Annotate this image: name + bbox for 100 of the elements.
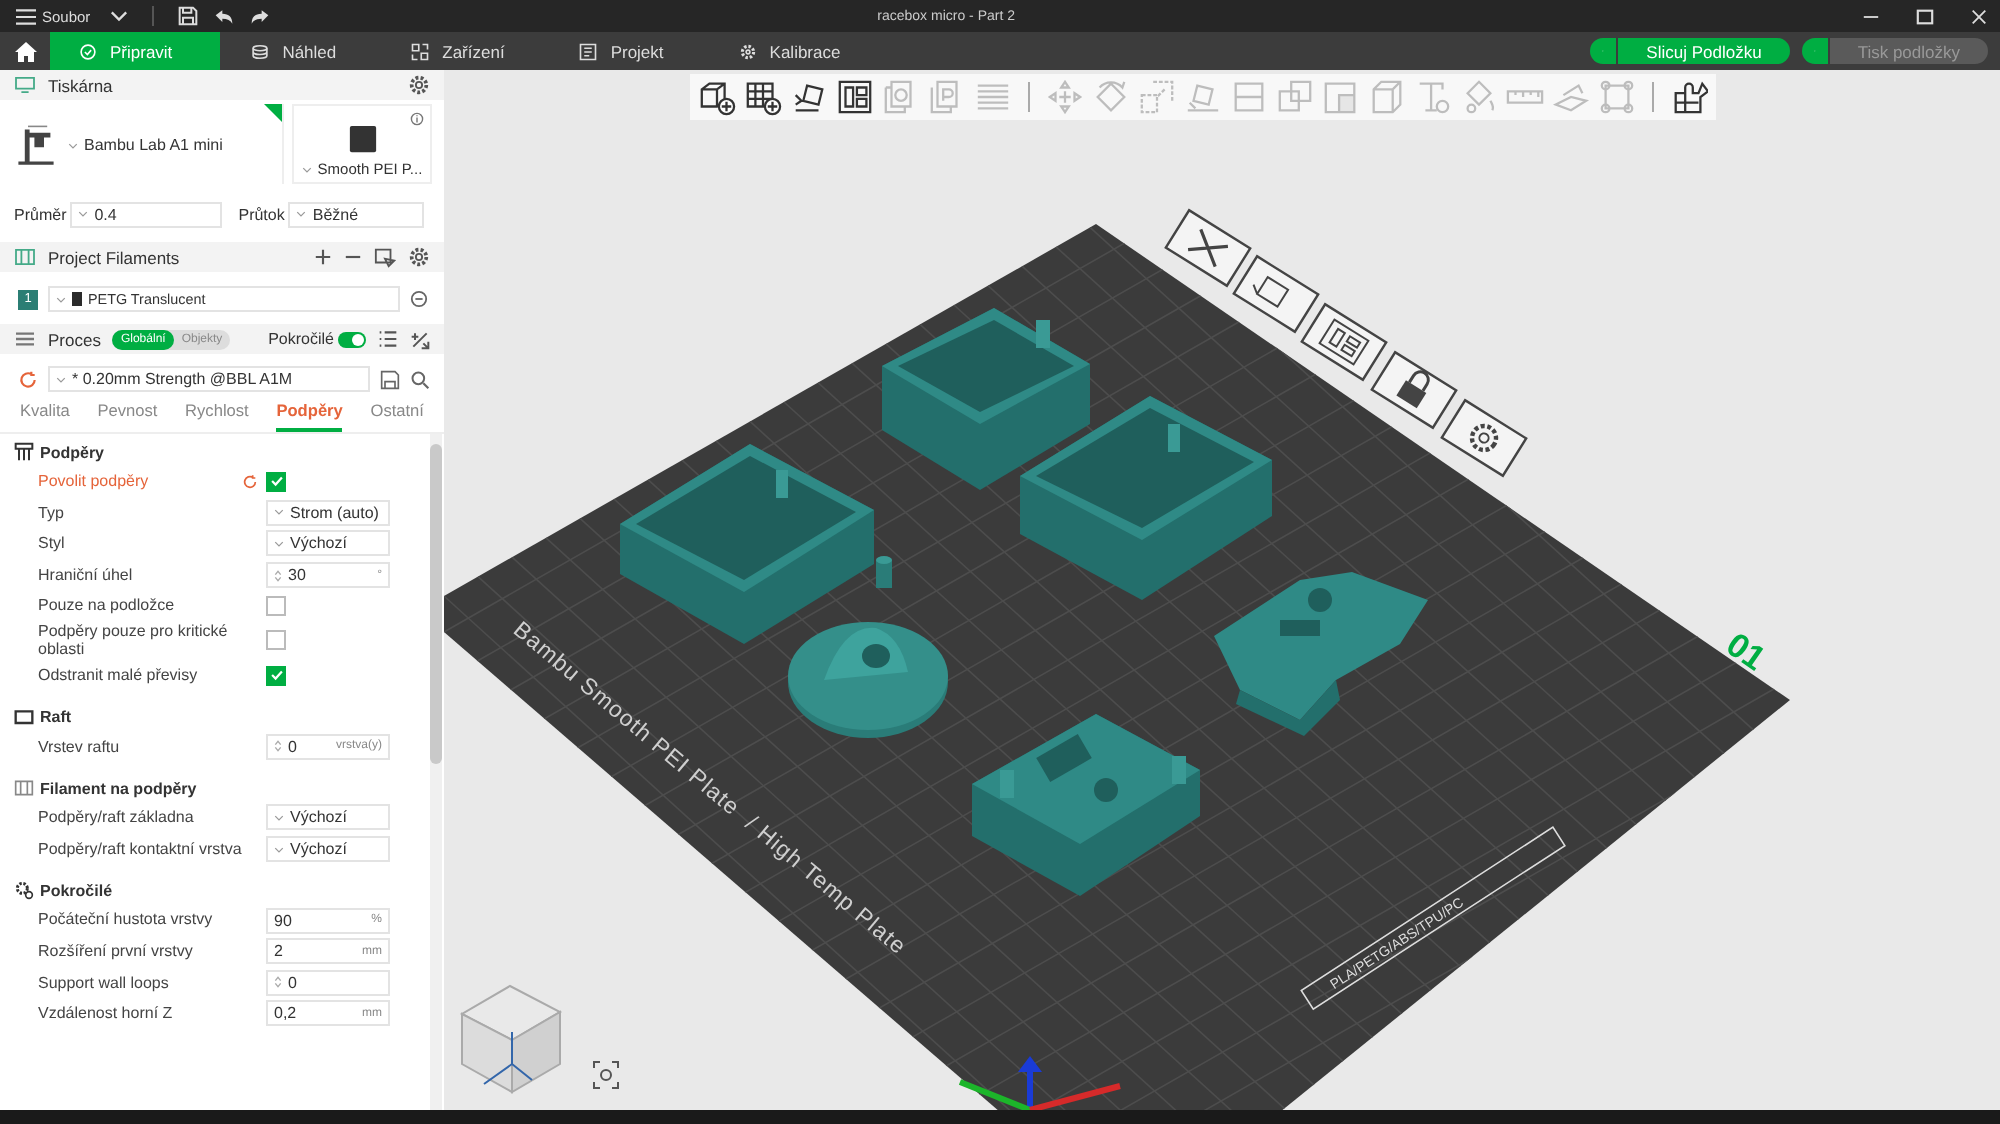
chevron-icon — [56, 295, 66, 303]
setting-select[interactable]: Výchozí — [266, 804, 390, 831]
setting-label: Support wall loops — [38, 973, 171, 993]
setting-value: 0,2 — [274, 1004, 299, 1023]
puzzle-icon[interactable] — [1670, 78, 1708, 116]
orient-icon[interactable] — [1232, 254, 1320, 334]
checkbox[interactable] — [266, 596, 286, 617]
chevron-icon — [274, 845, 284, 854]
field-label: Průtok — [238, 205, 285, 223]
setting-value: 90 — [274, 911, 294, 930]
filament-section-icon — [14, 778, 34, 799]
section-title: Tiskárna — [48, 75, 113, 95]
setting-input[interactable]: 0 — [266, 969, 390, 996]
home-icon — [13, 39, 37, 63]
plate-icon — [347, 124, 377, 154]
chevron-icon — [274, 813, 284, 822]
close-icon[interactable] — [1970, 7, 1988, 25]
grid-plus-icon[interactable] — [744, 78, 782, 116]
checkbox[interactable] — [266, 630, 286, 651]
setting-label: Povolit podpěry — [38, 472, 151, 492]
section-title: Pokročilé — [40, 881, 113, 900]
prepare-icon — [78, 41, 98, 61]
preview-icon — [250, 41, 271, 61]
project-icon — [578, 41, 599, 61]
info-icon[interactable] — [410, 112, 424, 126]
section-title: Filament na podpěry — [40, 779, 197, 798]
lock-icon[interactable] — [1370, 350, 1458, 430]
zoom-fit-icon[interactable] — [593, 1061, 619, 1089]
section-title: Podpěry — [40, 443, 105, 461]
settings-icon[interactable] — [408, 74, 430, 96]
setting-value: 2 — [274, 942, 285, 961]
save-icon[interactable] — [380, 369, 400, 389]
cube-plus-icon[interactable] — [698, 78, 736, 116]
checkbox[interactable] — [266, 665, 286, 686]
chevron-icon — [274, 539, 284, 548]
setting-label: Vzdálenost horní Z — [38, 1004, 175, 1024]
flow-select[interactable]: Běžné — [288, 201, 425, 227]
calibration-icon — [737, 41, 758, 61]
setting-label: Vrstev raftu — [38, 737, 122, 757]
setting-label: Podpěry/raft základna — [38, 808, 196, 828]
settings-tab[interactable]: Ostatní — [370, 400, 424, 432]
tools-icon[interactable] — [410, 329, 430, 349]
redo-icon[interactable] — [250, 7, 271, 25]
setting-select[interactable]: Výchozí — [266, 836, 390, 863]
printer-select[interactable]: Bambu Lab A1 mini — [68, 135, 223, 153]
chevron-icon — [301, 166, 312, 174]
chevron-icon — [296, 210, 307, 218]
setting-label: Počáteční hustota vrstvy — [38, 910, 215, 930]
chevron-icon — [78, 210, 89, 218]
settings-tab[interactable]: Kvalita — [20, 400, 70, 432]
reset-icon[interactable] — [18, 369, 38, 389]
arrange-icon[interactable] — [836, 78, 874, 116]
sync-icon[interactable] — [374, 246, 396, 268]
settings-tab[interactable]: Rychlost — [185, 400, 249, 432]
chevron-icon — [274, 508, 284, 517]
monitor-icon — [14, 76, 36, 94]
setting-label: Podpěry/raft kontaktní vrstva — [38, 839, 242, 859]
setting-label: Rozšíření první vrstvy — [38, 941, 195, 961]
setting-select[interactable]: Výchozí — [266, 530, 390, 557]
setting-value: 0 — [288, 973, 299, 992]
diameter-select[interactable]: 0.4 — [70, 201, 223, 227]
checkbox[interactable] — [266, 471, 286, 492]
setting-label: Hraniční úhel — [38, 565, 135, 585]
search-icon[interactable] — [410, 369, 430, 389]
main-tab[interactable]: Zařízení — [380, 32, 549, 70]
section-title: Raft — [40, 708, 72, 727]
menu-icon — [16, 7, 36, 25]
setting-label: Podpěry pouze pro kritické oblasti — [38, 621, 230, 660]
main-tab[interactable]: Projekt — [548, 32, 708, 70]
scrollbar[interactable] — [430, 434, 442, 1110]
remove-icon[interactable] — [410, 290, 428, 308]
reset-icon[interactable] — [242, 473, 258, 490]
arrange-icon[interactable] — [1300, 302, 1388, 382]
list-icon[interactable] — [378, 330, 398, 348]
settings-icon[interactable] — [408, 246, 430, 268]
undo-icon[interactable] — [214, 7, 235, 25]
plate-number: 01 — [1719, 625, 1773, 679]
dropdown-button[interactable] — [1801, 38, 1828, 64]
toggle-switch[interactable] — [338, 331, 366, 347]
layers-icon — [14, 330, 36, 348]
chevron-icon — [56, 375, 66, 383]
preset-select[interactable]: * 0.20mm Strength @BBL A1M — [48, 366, 370, 392]
device-icon — [410, 41, 431, 61]
setting-label: Pouze na podložce — [38, 596, 177, 616]
setting-select[interactable]: Strom (auto) — [266, 499, 390, 526]
dropdown-button[interactable] — [1590, 38, 1617, 64]
main-tab[interactable]: Náhled — [220, 32, 381, 70]
main-tab[interactable]: Kalibrace — [707, 32, 885, 70]
maximize-icon[interactable] — [1916, 7, 1934, 25]
setting-label: Styl — [38, 534, 67, 554]
orient-icon[interactable] — [790, 78, 828, 116]
caret-icon[interactable] — [110, 10, 129, 22]
field-label: Průměr — [14, 205, 67, 223]
section-title: Proces — [48, 329, 101, 349]
support-section-icon — [14, 442, 34, 462]
plus-icon[interactable] — [314, 248, 332, 266]
setting-value: 30 — [288, 566, 308, 585]
setting-label: Odstranit malé převisy — [38, 666, 200, 686]
setting-label: Typ — [38, 503, 66, 523]
settings-tab[interactable]: Pevnost — [97, 400, 158, 432]
